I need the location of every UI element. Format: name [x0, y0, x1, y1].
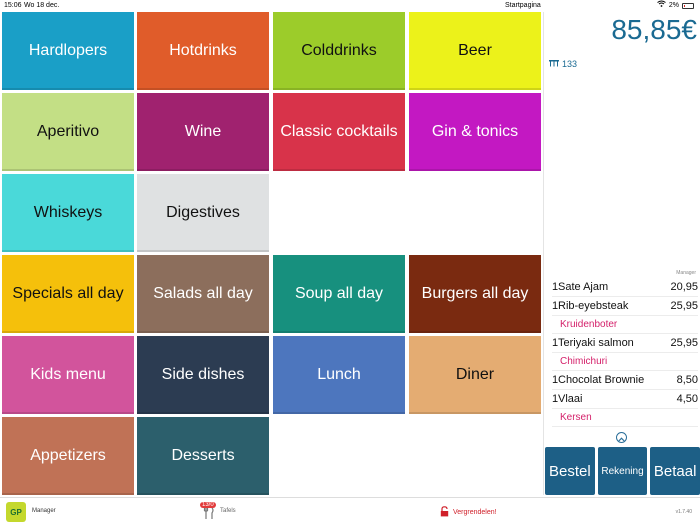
category-tile[interactable]: Classic cocktails — [273, 93, 405, 171]
cutlery-icon: 13/0 — [200, 502, 216, 520]
category-tile[interactable]: Gin & tonics — [409, 93, 541, 171]
bottom-bar: GP Manager 13/0 Tafels Vergrendelen! v1.… — [0, 497, 700, 525]
order-item-name: Vlaai — [558, 393, 583, 405]
category-label: Hotdrinks — [169, 42, 237, 59]
order-line[interactable]: 1 Chocolat Brownie 8,50 — [552, 371, 698, 390]
page-title: Startpagina — [505, 2, 541, 9]
order-price: 20,95 — [670, 281, 698, 293]
tables-count-badge: 13/0 — [200, 502, 216, 508]
category-tile[interactable]: Desserts — [137, 417, 269, 495]
category-label: Burgers all day — [421, 285, 529, 302]
app-logo[interactable]: GP — [6, 502, 26, 522]
category-label: Wine — [184, 123, 222, 140]
order-button[interactable]: Bestel — [545, 447, 595, 495]
user-name: Manager — [32, 508, 56, 514]
order-note: Chimichuri — [552, 353, 698, 371]
category-tile[interactable]: Aperitivo — [2, 93, 134, 171]
category-tile[interactable]: Salads all day — [137, 255, 269, 333]
wifi-icon — [657, 0, 666, 11]
pay-button[interactable]: Betaal — [650, 447, 700, 495]
action-bar: Bestel Rekening Betaal — [545, 447, 700, 495]
category-grid: Hardlopers Hotdrinks Colddrinks Beer Ape… — [2, 12, 542, 495]
category-label: Diner — [455, 366, 495, 383]
order-note: Kruidenboter — [552, 316, 698, 334]
category-tile[interactable]: Side dishes — [137, 336, 269, 414]
lock-button[interactable]: Vergrendelen! — [440, 506, 497, 519]
category-label: Gin & tonics — [431, 123, 519, 140]
table-reference[interactable]: 133 — [548, 59, 577, 69]
lock-label: Vergrendelen! — [453, 509, 497, 516]
category-label: Appetizers — [30, 447, 106, 464]
order-line[interactable]: 1 Vlaai 4,50 — [552, 390, 698, 409]
category-tile[interactable]: Burgers all day — [409, 255, 541, 333]
waiter-label: Manager — [676, 270, 696, 276]
app-version: v1.7.40 — [675, 509, 692, 515]
date: Wo 18 dec. — [24, 2, 60, 9]
order-price: 4,50 — [676, 393, 698, 405]
category-tile[interactable]: Digestives — [137, 174, 269, 252]
category-label: Side dishes — [161, 366, 245, 383]
chevron-up-icon — [618, 429, 625, 447]
category-label: Specials all day — [12, 285, 124, 302]
battery-icon — [682, 2, 694, 9]
category-label: Whiskeys — [33, 204, 103, 221]
lock-icon — [440, 506, 449, 519]
order-price: 25,95 — [670, 337, 698, 349]
category-label: Desserts — [171, 447, 235, 464]
category-label: Lunch — [317, 366, 361, 383]
category-label: Salads all day — [153, 285, 253, 302]
category-tile[interactable]: Hotdrinks — [137, 12, 269, 90]
category-tile[interactable]: Wine — [137, 93, 269, 171]
scroll-up-button[interactable] — [616, 432, 627, 443]
category-tile[interactable]: Whiskeys — [2, 174, 134, 252]
category-label: Digestives — [166, 204, 240, 221]
order-item-name: Chocolat Brownie — [558, 374, 645, 386]
bill-button[interactable]: Rekening — [597, 447, 648, 495]
table-number: 133 — [562, 59, 578, 69]
category-tile[interactable]: Lunch — [273, 336, 405, 414]
order-price: 8,50 — [676, 374, 698, 386]
category-tile[interactable]: Diner — [409, 336, 541, 414]
order-total: 85,85€ — [611, 14, 697, 45]
battery-percent: 2% — [668, 2, 679, 9]
table-icon — [548, 59, 560, 69]
clock: 15:06 — [4, 2, 22, 9]
category-label: Hardlopers — [28, 42, 108, 59]
order-line[interactable]: 1 Sate Ajam 20,95 — [552, 278, 698, 297]
order-line[interactable]: 1 Rib-eyebsteak 25,95 — [552, 297, 698, 316]
order-item-name: Rib-eyebsteak — [558, 300, 629, 312]
category-label: Beer — [458, 42, 492, 59]
order-line[interactable]: 1 Teriyaki salmon 25,95 — [552, 334, 698, 353]
category-label: Classic cocktails — [280, 123, 398, 140]
category-tile[interactable]: Colddrinks — [273, 12, 405, 90]
order-panel: 85,85€ 133 Manager 1 Sate Ajam 20,95 1 Rib… — [543, 12, 700, 495]
category-label: Aperitivo — [36, 123, 100, 140]
order-item-name: Sate Ajam — [558, 281, 609, 293]
category-label: Colddrinks — [301, 42, 377, 59]
category-label: Kids menu — [30, 366, 106, 383]
category-tile[interactable]: Hardlopers — [2, 12, 134, 90]
tables-link[interactable]: 13/0 Tafels — [200, 502, 236, 520]
category-tile[interactable]: Appetizers — [2, 417, 134, 495]
status-bar: 15:06 Wo 18 dec. Startpagina 2% — [0, 0, 700, 11]
category-tile[interactable]: Soup all day — [273, 255, 405, 333]
order-price: 25,95 — [670, 300, 698, 312]
category-tile[interactable]: Kids menu — [2, 336, 134, 414]
category-label: Soup all day — [294, 285, 384, 302]
category-tile[interactable]: Specials all day — [2, 255, 134, 333]
tables-label: Tafels — [220, 508, 236, 514]
category-tile[interactable]: Beer — [409, 12, 541, 90]
order-list: 1 Sate Ajam 20,95 1 Rib-eyebsteak 25,95 Kr… — [552, 278, 698, 427]
order-note: Kersen — [552, 409, 698, 427]
order-item-name: Teriyaki salmon — [558, 337, 634, 349]
status-indicators: 2% — [657, 0, 694, 11]
